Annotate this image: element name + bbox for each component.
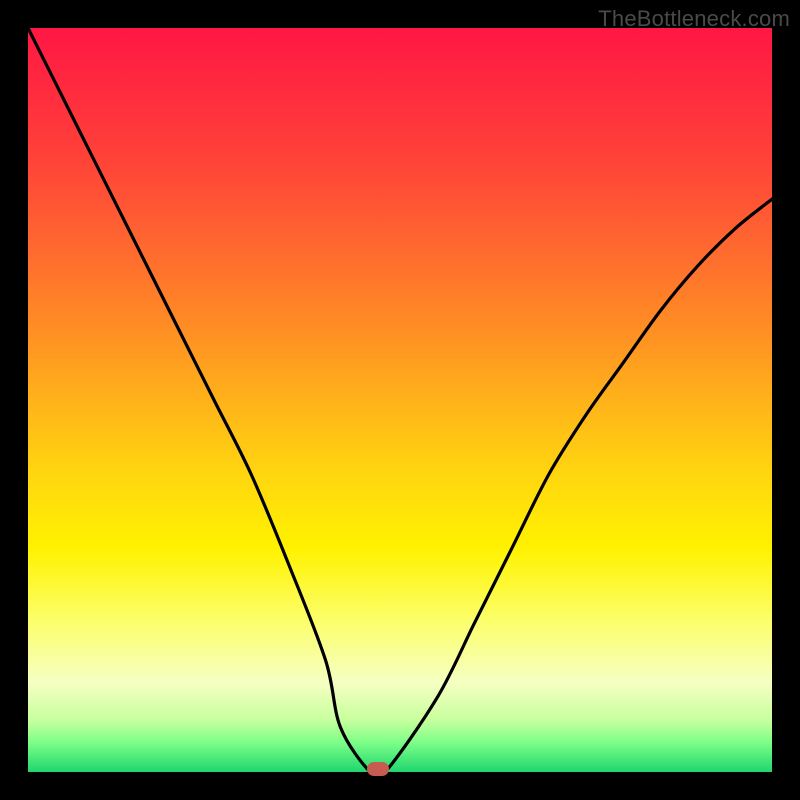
bottleneck-curve	[28, 28, 772, 772]
plot-area	[28, 28, 772, 772]
chart-frame: TheBottleneck.com	[0, 0, 800, 800]
optimum-marker	[367, 762, 389, 776]
